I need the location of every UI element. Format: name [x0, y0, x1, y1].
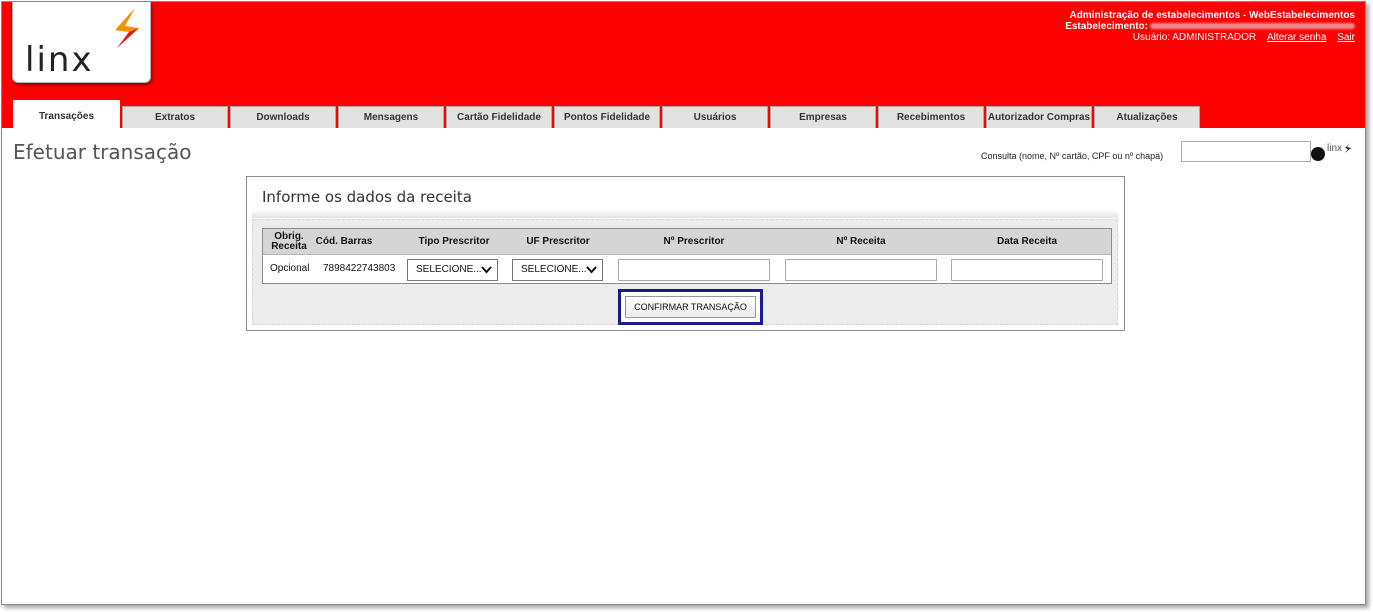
- column-num-receita: Nº Receita: [836, 236, 886, 247]
- header-info: Administração de estabelecimentos - WebE…: [1065, 10, 1355, 43]
- establishment-row: Estabelecimento:: [1065, 21, 1355, 32]
- change-password-link[interactable]: Alterar senha: [1267, 32, 1326, 43]
- num-receita-input[interactable]: [785, 259, 937, 281]
- logout-link[interactable]: Sair: [1337, 32, 1355, 43]
- tab-cartao-fidelidade[interactable]: Cartão Fidelidade: [446, 106, 552, 128]
- logo[interactable]: linx: [12, 2, 151, 83]
- consult-go-icon[interactable]: [1311, 147, 1325, 161]
- column-num-prescritor: Nº Prescritor: [663, 236, 725, 247]
- panel-body: Obrig. Receita Cód. Barras Tipo Prescrit…: [252, 219, 1118, 325]
- tab-downloads[interactable]: Downloads: [230, 106, 336, 128]
- logo-text: linx: [25, 40, 94, 80]
- consult-logo: linx: [1327, 143, 1353, 154]
- confirm-transaction-button[interactable]: CONFIRMAR TRANSAÇÃO: [625, 296, 756, 318]
- column-uf-prescritor: UF Prescritor: [526, 236, 590, 247]
- tab-empresas[interactable]: Empresas: [770, 106, 876, 128]
- tab-recebimentos[interactable]: Recebimentos: [878, 106, 984, 128]
- confirm-highlight: CONFIRMAR TRANSAÇÃO: [618, 289, 763, 325]
- page-title: Efetuar transação: [13, 140, 192, 164]
- column-obrig-receita: Obrig. Receita: [271, 231, 307, 252]
- tab-mensagens[interactable]: Mensagens: [338, 106, 444, 128]
- app-window: linx Administração de estabelecimentos -…: [1, 1, 1366, 605]
- establishment-label: Estabelecimento:: [1065, 21, 1148, 32]
- tab-transacoes[interactable]: Transações: [13, 100, 120, 128]
- consult-logo-text: linx: [1327, 143, 1343, 154]
- linx-mark-icon: [115, 8, 139, 48]
- establishment-redacted: [1150, 23, 1355, 30]
- app-title: Administração de estabelecimentos - WebE…: [1069, 10, 1355, 21]
- cell-cod-barras: 7898422743803: [323, 263, 396, 274]
- prescription-table: Obrig. Receita Cód. Barras Tipo Prescrit…: [262, 228, 1112, 284]
- tab-autorizador-compras[interactable]: Autorizador Compras: [986, 106, 1092, 128]
- chevron-down-icon: [586, 266, 597, 274]
- header-bar: linx Administração de estabelecimentos -…: [2, 2, 1365, 128]
- tab-atualizacoes[interactable]: Atualizações: [1094, 106, 1200, 128]
- num-prescritor-input[interactable]: [618, 259, 770, 281]
- table-header: Obrig. Receita Cód. Barras Tipo Prescrit…: [263, 229, 1111, 255]
- tipo-prescritor-value: SELECIONE...: [416, 264, 482, 275]
- column-cod-barras: Cód. Barras: [315, 236, 373, 247]
- panel-divider: [252, 210, 1118, 218]
- chevron-down-icon: [481, 266, 492, 274]
- column-data-receita: Data Receita: [996, 236, 1058, 247]
- column-tipo-prescritor: Tipo Prescritor: [418, 236, 490, 247]
- tab-usuarios[interactable]: Usuários: [662, 106, 768, 128]
- uf-prescritor-value: SELECIONE...: [521, 264, 587, 275]
- consult-label: Consulta (nome, Nº cartão, CPF ou nº cha…: [981, 151, 1164, 161]
- user-row: Usuário: ADMINISTRADOR Alterar senha Sai…: [1065, 32, 1355, 43]
- linx-small-mark-icon: [1345, 143, 1352, 153]
- tab-pontos-fidelidade[interactable]: Pontos Fidelidade: [554, 106, 660, 128]
- consult-input[interactable]: [1181, 141, 1311, 162]
- prescription-panel: Informe os dados da receita Obrig. Recei…: [246, 176, 1125, 331]
- user-label: Usuário: ADMINISTRADOR: [1132, 32, 1257, 43]
- panel-title: Informe os dados da receita: [262, 188, 472, 206]
- tipo-prescritor-select[interactable]: SELECIONE...: [407, 259, 498, 281]
- tab-extratos[interactable]: Extratos: [122, 106, 228, 128]
- cell-obrig: Opcional: [270, 263, 310, 274]
- data-receita-input[interactable]: [951, 259, 1103, 281]
- uf-prescritor-select[interactable]: SELECIONE...: [512, 259, 603, 281]
